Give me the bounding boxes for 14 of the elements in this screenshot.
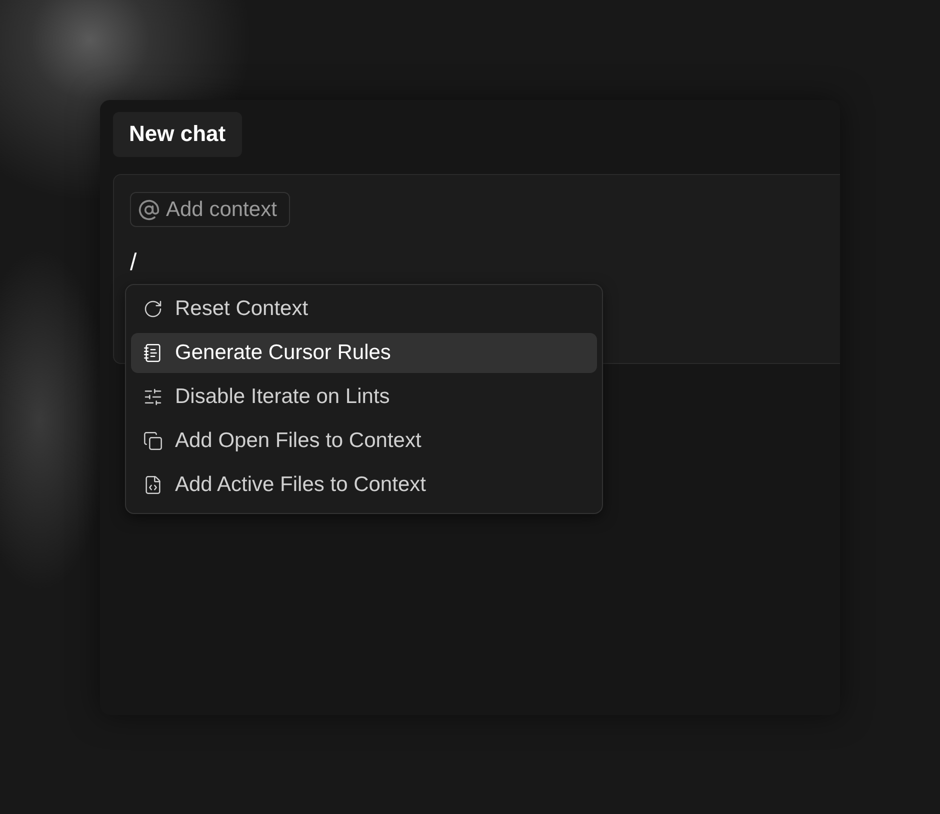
input-field[interactable]: / [130,249,824,277]
menu-item[interactable]: Add Active Files to Context [131,465,597,505]
chat-tab[interactable]: New chat [113,112,242,157]
menu-item[interactable]: Reset Context [131,289,597,329]
sliders-icon [143,387,163,407]
copy-icon [143,431,163,451]
menu-item[interactable]: Generate Cursor Rules [131,333,597,373]
notebook-icon [143,343,163,363]
menu-item[interactable]: Disable Iterate on Lints [131,377,597,417]
add-context-button[interactable]: Add context [130,192,290,227]
menu-item[interactable]: Add Open Files to Context [131,421,597,461]
code-file-icon [143,475,163,495]
at-sign-icon [138,198,160,220]
rotate-arrow-icon [143,299,163,319]
